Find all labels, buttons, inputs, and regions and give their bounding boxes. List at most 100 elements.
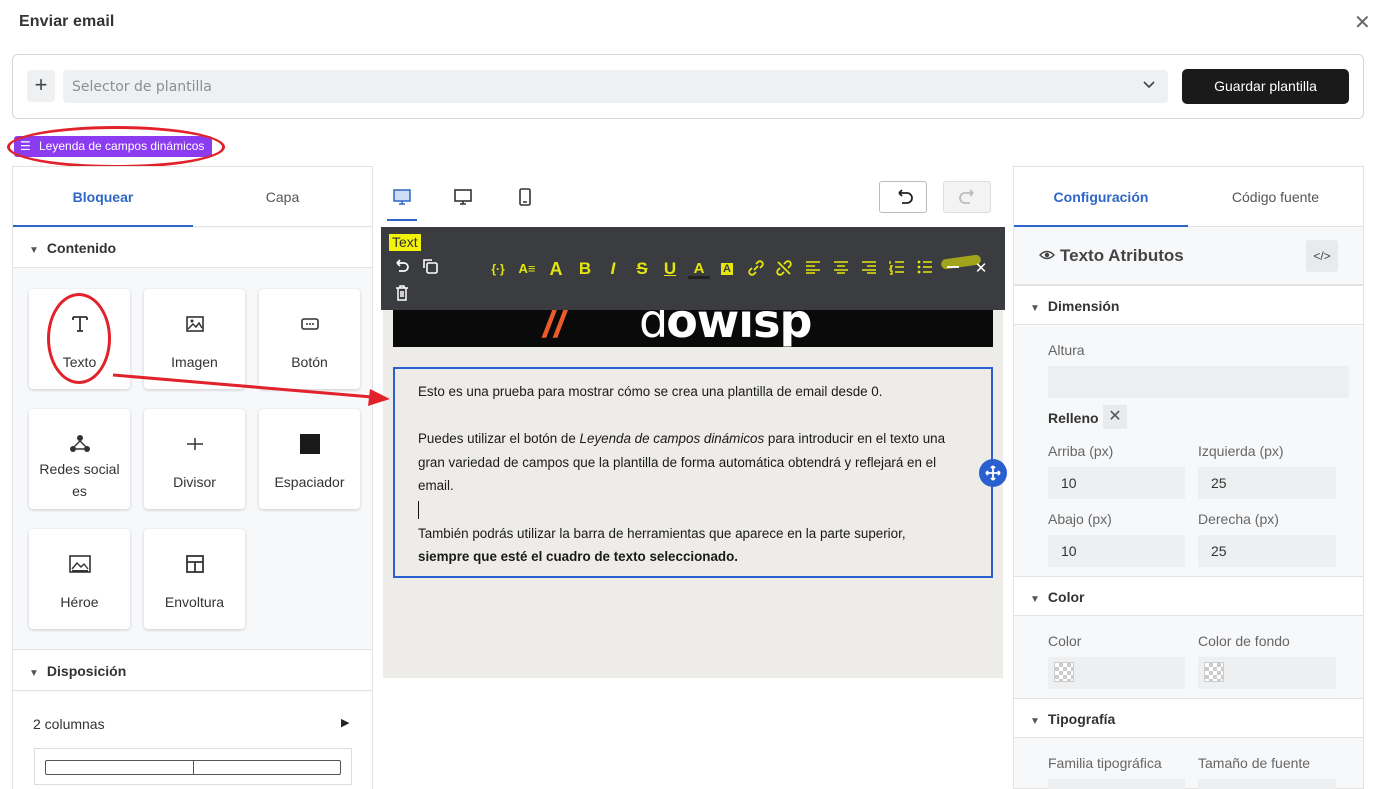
block-envoltura[interactable]: Envoltura [144, 529, 245, 629]
tab-codigo-fuente[interactable]: Código fuente [1188, 167, 1363, 227]
email-text-block[interactable]: Esto es una prueba para mostrar cómo se … [393, 367, 993, 578]
caret-down-icon: ▼ [29, 245, 39, 256]
dynamic-field-icon[interactable]: {·} [487, 259, 509, 279]
logo-text: dowisp [639, 310, 812, 347]
content-section-header[interactable]: ▼ Contenido [13, 228, 372, 268]
ordered-list-icon[interactable] [886, 259, 908, 279]
view-desktop-icon[interactable] [448, 182, 478, 212]
view-desktop-full-icon[interactable] [387, 182, 417, 221]
trash-icon[interactable] [393, 284, 411, 307]
caret-right-icon[interactable]: ▶ [341, 716, 349, 729]
padding-bottom-input[interactable]: 10 [1048, 535, 1185, 567]
template-selector[interactable]: Selector de plantilla [63, 70, 1168, 103]
strikethrough-icon[interactable]: S [631, 259, 653, 279]
typography-section-header[interactable]: ▼ Tipografía [1014, 698, 1363, 738]
bullet-list-icon[interactable] [914, 259, 936, 279]
padding-left-input[interactable]: 25 [1198, 467, 1336, 499]
align-right-icon[interactable] [858, 259, 880, 279]
layout-section-header[interactable]: ▼ Disposición [13, 649, 372, 691]
undo-icon[interactable] [393, 257, 411, 280]
dimension-section-header[interactable]: ▼ Dimensión [1014, 285, 1363, 325]
italic-icon[interactable]: I [602, 259, 624, 279]
eye-icon [1039, 247, 1055, 268]
padding-right-input[interactable]: 25 [1198, 535, 1336, 567]
link-icon[interactable] [745, 259, 767, 279]
left-tabs: Bloquear Capa [13, 167, 372, 227]
block-redes-sociales[interactable]: Redes social es [29, 409, 130, 509]
font-family-input[interactable] [1048, 779, 1185, 789]
hero-icon [29, 553, 130, 577]
block-divisor[interactable]: Divisor [144, 409, 245, 509]
color-title: Color [1047, 589, 1085, 605]
caret-down-icon: ▼ [1030, 594, 1040, 605]
padding-label: Relleno [1048, 410, 1099, 426]
block-heroe[interactable]: Héroe [29, 529, 130, 629]
color-section-header[interactable]: ▼ Color [1014, 576, 1363, 616]
wrapper-icon [144, 553, 245, 577]
bold-icon[interactable]: B [574, 259, 596, 279]
underline-icon[interactable]: U [659, 259, 681, 279]
paragraph-2: Puedes utilizar el botón de Leyenda de c… [418, 431, 946, 494]
block-label: Divisor [173, 474, 216, 490]
close-icon[interactable]: ✕ [1354, 10, 1371, 35]
unlink-icon[interactable] [773, 259, 795, 279]
padding-top-input[interactable]: 10 [1048, 467, 1185, 499]
tab-configuracion[interactable]: Configuración [1014, 167, 1188, 227]
clear-padding-icon[interactable]: ✕ [1103, 405, 1127, 429]
code-toggle-icon[interactable]: </> [1306, 240, 1338, 272]
top-label: Arriba (px) [1048, 443, 1114, 459]
block-espaciador[interactable]: Espaciador [259, 409, 360, 509]
height-input[interactable] [1048, 366, 1349, 398]
block-label: Espaciador [274, 474, 345, 490]
font-color-icon[interactable]: A [545, 259, 567, 279]
align-center-icon[interactable] [830, 259, 852, 279]
add-template-button[interactable]: + [27, 70, 55, 102]
text-color-icon[interactable]: A [688, 259, 710, 279]
two-columns-label[interactable]: 2 columnas [33, 716, 105, 732]
bg-color-label: Color de fondo [1198, 633, 1290, 649]
layout-section-title: Disposición [46, 663, 127, 679]
font-size-input[interactable] [1198, 779, 1336, 789]
tab-capa[interactable]: Capa [193, 167, 372, 227]
social-icon [29, 433, 130, 457]
left-label: Izquierda (px) [1198, 443, 1284, 459]
text-caret [418, 501, 419, 520]
tab-bloquear[interactable]: Bloquear [13, 167, 193, 227]
save-template-button[interactable]: Guardar plantilla [1182, 69, 1349, 104]
horizontal-rule-icon[interactable] [942, 259, 964, 279]
close-toolbar-icon[interactable]: ✕ [970, 259, 992, 279]
view-mobile-icon[interactable] [510, 182, 540, 212]
font-size-icon[interactable]: A≡ [516, 259, 538, 279]
undo-button[interactable] [879, 181, 927, 213]
move-handle-icon[interactable] [979, 459, 1007, 487]
font-family-label: Familia tipográfica [1048, 755, 1162, 771]
two-columns-bar [45, 760, 341, 775]
copy-icon[interactable] [421, 257, 439, 280]
email-logo-banner[interactable]: // dowisp [393, 310, 993, 347]
redo-button[interactable] [943, 181, 991, 213]
right-tabs: Configuración Código fuente [1014, 167, 1363, 227]
paragraph-3-bold: siempre que esté el cuadro de texto sele… [418, 549, 739, 565]
align-left-icon[interactable] [802, 259, 824, 279]
image-icon [144, 313, 245, 337]
color-label: Color [1048, 633, 1082, 649]
color-swatch[interactable] [1054, 662, 1074, 682]
dimension-title: Dimensión [1047, 298, 1120, 314]
right-label: Derecha (px) [1198, 511, 1279, 527]
height-label: Altura [1048, 342, 1085, 358]
block-imagen[interactable]: Imagen [144, 289, 245, 389]
block-label: Envoltura [164, 594, 225, 610]
block-label: Botón [291, 354, 328, 370]
background-color-icon[interactable]: A [716, 259, 738, 279]
template-selector-placeholder: Selector de plantilla [72, 79, 212, 95]
block-label: Imagen [171, 354, 218, 370]
caret-down-icon: ▼ [1030, 303, 1040, 314]
caret-down-icon: ▼ [29, 668, 39, 679]
block-boton[interactable]: Botón [259, 289, 360, 389]
attributes-title: Texto Atributos [1060, 246, 1184, 265]
block-label: Héroe [60, 594, 99, 610]
toolbar-title: Text [389, 234, 421, 251]
bg-color-swatch[interactable] [1204, 662, 1224, 682]
spacer-icon [259, 433, 360, 457]
divider-icon [144, 433, 245, 457]
